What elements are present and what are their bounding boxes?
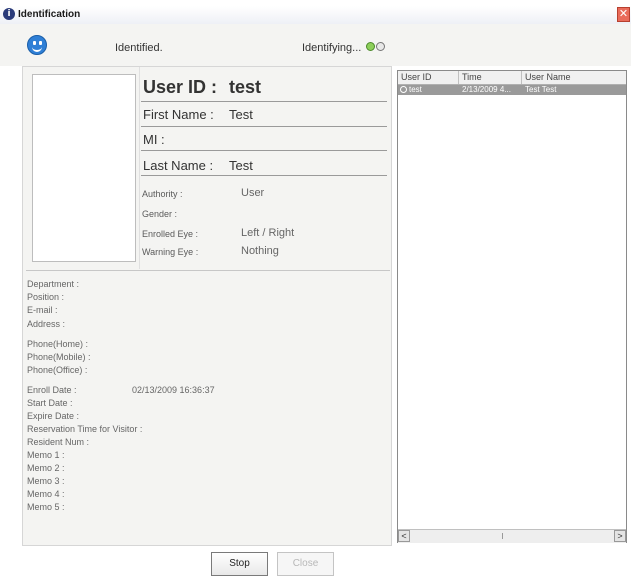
memo-3-label: Memo 3 : — [27, 476, 65, 486]
title-bar: i Identification ✕ — [0, 6, 631, 25]
memo-5-label: Memo 5 : — [27, 502, 65, 512]
status-row: Identified. Identifying... — [0, 24, 631, 66]
user-photo — [32, 74, 136, 262]
identifying-indicator-icon — [366, 42, 388, 53]
memo-4-label: Memo 4 : — [27, 489, 65, 499]
first-name-row: First Name : Test — [141, 102, 387, 127]
list-row[interactable]: test 2/13/2009 4... Test Test — [398, 85, 626, 95]
app-icon: i — [3, 8, 15, 20]
phone-office-label: Phone(Office) : — [27, 365, 88, 375]
row-user-id: test — [409, 85, 422, 94]
first-name-value: Test — [229, 107, 253, 122]
user-id-row: User ID : test — [141, 70, 387, 102]
resident-num-label: Resident Num : — [27, 437, 90, 447]
column-header-user-name[interactable]: User Name — [522, 71, 626, 84]
start-date-label: Start Date : — [27, 398, 73, 408]
last-name-value: Test — [229, 158, 253, 173]
stop-button[interactable]: Stop — [211, 552, 268, 576]
user-row-icon — [400, 86, 407, 93]
enroll-date-value: 02/13/2009 16:36:37 — [132, 385, 215, 395]
last-name-row: Last Name : Test — [141, 151, 387, 176]
row-user-name: Test Test — [525, 85, 557, 94]
window-title: Identification — [18, 9, 81, 20]
warning-eye-value: Nothing — [241, 245, 279, 257]
reservation-time-label: Reservation Time for Visitor : — [27, 424, 143, 434]
authority-label: Authority : — [142, 189, 183, 199]
scroll-left-button[interactable]: < — [398, 530, 410, 542]
gender-label: Gender : — [142, 209, 178, 219]
warning-eye-label: Warning Eye : — [142, 247, 199, 257]
authority-value: User — [241, 187, 265, 199]
last-name-label: Last Name : — [143, 158, 214, 173]
position-label: Position : — [27, 292, 65, 302]
address-label: Address : — [27, 319, 66, 329]
email-label: E-mail : — [27, 305, 58, 315]
row-time: 2/13/2009 4... — [462, 85, 511, 94]
identification-list[interactable]: User ID Time User Name test 2/13/2009 4.… — [397, 70, 627, 543]
department-label: Department : — [27, 279, 80, 289]
first-name-label: First Name : — [143, 107, 214, 122]
enrolled-eye-value: Left / Right — [241, 227, 295, 239]
identification-window: i Identification ✕ Identified. Identifyi… — [0, 0, 631, 582]
expire-date-label: Expire Date : — [27, 411, 80, 421]
section-divider — [26, 270, 390, 271]
mi-label: MI : — [143, 132, 165, 147]
phone-home-label: Phone(Home) : — [27, 339, 89, 349]
list-header: User ID Time User Name — [398, 71, 626, 85]
enroll-date-label: Enroll Date : — [27, 385, 77, 395]
mi-row: MI : — [141, 127, 387, 151]
enrolled-eye-label: Enrolled Eye : — [142, 229, 199, 239]
window-close-button[interactable]: ✕ — [617, 7, 630, 22]
user-info-panel: User ID : test First Name : Test MI : La… — [22, 66, 392, 546]
column-header-time[interactable]: Time — [459, 71, 522, 84]
horizontal-scrollbar[interactable]: < > — [398, 529, 626, 543]
user-id-label: User ID : — [143, 77, 218, 97]
memo-1-label: Memo 1 : — [27, 450, 65, 460]
scroll-thumb[interactable] — [502, 533, 507, 539]
memo-2-label: Memo 2 : — [27, 463, 65, 473]
phone-mobile-label: Phone(Mobile) : — [27, 352, 91, 362]
identified-status: Identified. — [115, 42, 163, 54]
identifying-status: Identifying... — [302, 42, 362, 54]
scroll-right-button[interactable]: > — [614, 530, 626, 542]
user-id-value: test — [229, 77, 262, 97]
column-header-user-id[interactable]: User ID — [398, 71, 459, 84]
smiley-face-icon — [27, 35, 47, 55]
close-button[interactable]: Close — [277, 552, 334, 576]
